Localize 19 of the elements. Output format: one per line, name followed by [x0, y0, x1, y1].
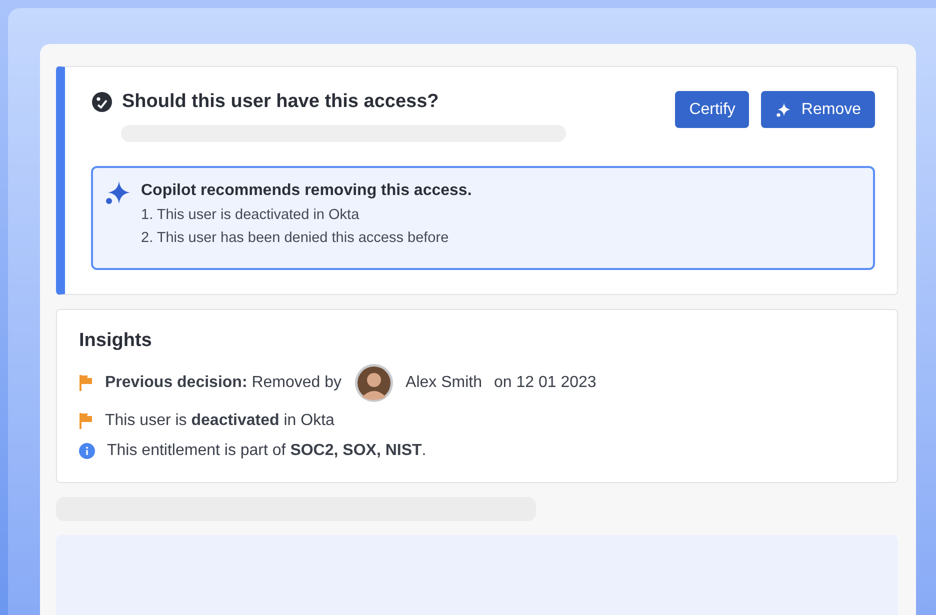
insights-title: Insights — [79, 330, 153, 352]
flag-icon — [79, 374, 93, 392]
sparkle-icon — [105, 180, 131, 206]
recommendation-title: Copilot recommends removing this access. — [141, 182, 472, 200]
sparkle-icon — [775, 102, 792, 118]
remove-button[interactable]: Remove — [761, 91, 875, 128]
flag-icon — [79, 412, 93, 430]
insight-text: This user is deactivated in Okta — [105, 412, 334, 430]
recommendation-item: 1. This user is deactivated in Okta — [141, 207, 360, 223]
person-name: Alex Smith — [406, 374, 482, 392]
recommendation-item: 2. This user has been denied this access before — [141, 230, 450, 246]
info-icon — [79, 443, 95, 459]
question-title: Should this user have this access? — [122, 91, 439, 113]
certify-button[interactable]: Certify — [675, 91, 750, 128]
insight-text: This entitlement is part of SOC2, SOX, NIST. — [107, 442, 426, 460]
insight-text: Previous decision: Removed by — [105, 374, 342, 392]
decision-date: on 12 01 2023 — [494, 374, 596, 392]
avatar — [354, 363, 394, 403]
badge-check-icon — [91, 91, 113, 113]
